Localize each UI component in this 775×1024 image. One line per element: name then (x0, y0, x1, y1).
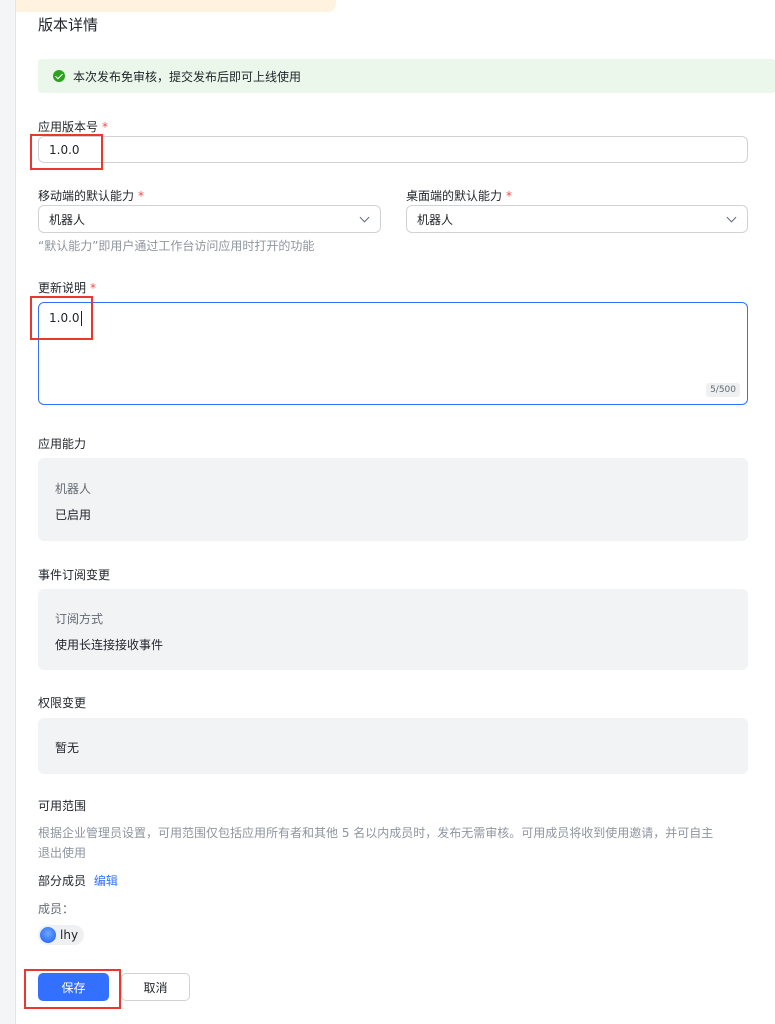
desktop-default-label: 桌面端的默认能力 * (406, 187, 512, 204)
member-chip[interactable]: lhy (38, 925, 85, 946)
avatar (40, 927, 56, 943)
capability-name: 机器人 (55, 482, 92, 496)
version-label: 应用版本号 * (38, 118, 108, 135)
update-notes-label: 更新说明 * (38, 279, 96, 296)
events-title: 事件订阅变更 (38, 568, 111, 582)
chevron-down-icon (726, 212, 737, 222)
update-notes-label-text: 更新说明 (38, 281, 87, 295)
required-mark: * (138, 189, 145, 203)
scope-summary: 部分成员 (38, 874, 87, 888)
capabilities-title: 应用能力 (38, 437, 87, 451)
capabilities-card: 机器人 已启用 (38, 458, 748, 541)
top-toast (16, 0, 336, 12)
edit-scope-link[interactable]: 编辑 (94, 874, 118, 888)
desktop-default-select[interactable]: 机器人 (406, 205, 748, 233)
permissions-card: 暂无 (38, 718, 748, 774)
default-capability-hint: “默认能力”即用户通过工作台访问应用时打开的功能 (38, 239, 315, 253)
page-title: 版本详情 (38, 16, 99, 34)
cancel-button[interactable]: 取消 (121, 973, 190, 1001)
scope-description-line-2: 退出使用 (38, 846, 87, 860)
mobile-default-label-text: 移动端的默认能力 (38, 189, 135, 203)
version-label-text: 应用版本号 (38, 120, 99, 134)
mobile-default-select[interactable]: 机器人 (38, 205, 381, 233)
update-notes-textarea[interactable]: 1.0.0 5/500 (38, 302, 748, 405)
chevron-down-icon (359, 212, 370, 222)
members-label: 成员： (38, 902, 75, 916)
version-input[interactable]: 1.0.0 (38, 136, 748, 163)
desktop-default-label-text: 桌面端的默认能力 (406, 189, 503, 203)
scope-description: 根据企业管理员设置，可用范围仅包括应用所有者和其他 5 名以内成员时，发布无需审… (38, 823, 753, 863)
scope-description-line-1: 根据企业管理员设置，可用范围仅包括应用所有者和其他 5 名以内成员时，发布无需审… (38, 826, 714, 840)
mobile-default-label: 移动端的默认能力 * (38, 187, 144, 204)
events-card: 订阅方式 使用长连接接收事件 (38, 589, 748, 670)
notice-text: 本次发布免审核，提交发布后即可上线使用 (73, 69, 302, 84)
check-circle-icon (53, 70, 65, 82)
desktop-default-value: 机器人 (417, 212, 454, 227)
mobile-default-value: 机器人 (49, 212, 86, 227)
permissions-value: 暂无 (55, 741, 80, 755)
highlight-box-save (24, 969, 121, 1009)
scope-summary-row: 部分成员 编辑 (38, 872, 118, 889)
event-sub-value: 使用长连接接收事件 (55, 638, 164, 652)
member-name: lhy (60, 928, 79, 942)
event-sub-key: 订阅方式 (55, 612, 104, 626)
version-details-panel: 版本详情 本次发布免审核，提交发布后即可上线使用 应用版本号 * 1.0.0 移动… (15, 0, 775, 1024)
required-mark: * (90, 281, 97, 295)
notice-banner: 本次发布免审核，提交发布后即可上线使用 (38, 59, 775, 93)
required-mark: * (102, 120, 109, 134)
required-mark: * (506, 189, 513, 203)
scope-title: 可用范围 (38, 799, 87, 813)
char-counter: 5/500 (706, 383, 740, 397)
permissions-title: 权限变更 (38, 696, 87, 710)
highlight-box-version (30, 134, 103, 170)
capability-status: 已启用 (55, 508, 92, 522)
highlight-box-notes (30, 296, 93, 340)
